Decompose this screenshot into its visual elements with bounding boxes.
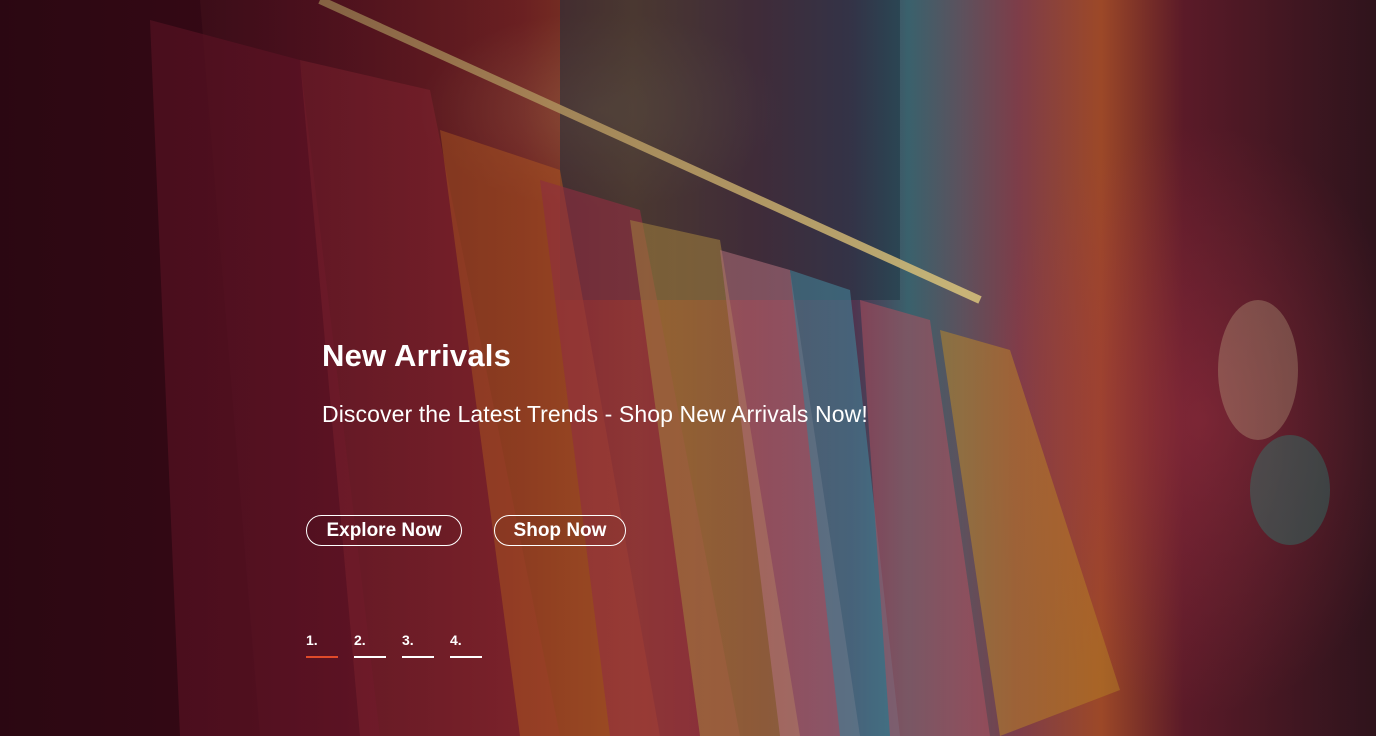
slide-indicator-4[interactable]: 4. xyxy=(450,631,482,658)
slide-indicator-bar xyxy=(402,656,434,658)
slide-indicator-2[interactable]: 2. xyxy=(354,631,386,658)
slide-indicator-label: 2. xyxy=(354,632,366,648)
slide-pagination: 1. 2. 3. 4. xyxy=(306,631,482,658)
slide-indicator-3[interactable]: 3. xyxy=(402,631,434,658)
hero-title: New Arrivals xyxy=(322,338,512,373)
slide-indicator-bar xyxy=(306,656,338,658)
explore-now-button[interactable]: Explore Now xyxy=(306,515,462,546)
slide-indicator-label: 3. xyxy=(402,632,414,648)
slide-indicator-bar xyxy=(450,656,482,658)
slide-indicator-1[interactable]: 1. xyxy=(306,631,338,658)
shop-now-button[interactable]: Shop Now xyxy=(494,515,626,546)
slide-indicator-label: 4. xyxy=(450,632,462,648)
slide-indicator-label: 1. xyxy=(306,632,318,648)
hero-content: New Arrivals Discover the Latest Trends … xyxy=(0,0,1376,736)
hero-subtitle: Discover the Latest Trends - Shop New Ar… xyxy=(322,401,868,427)
slide-indicator-bar xyxy=(354,656,386,658)
